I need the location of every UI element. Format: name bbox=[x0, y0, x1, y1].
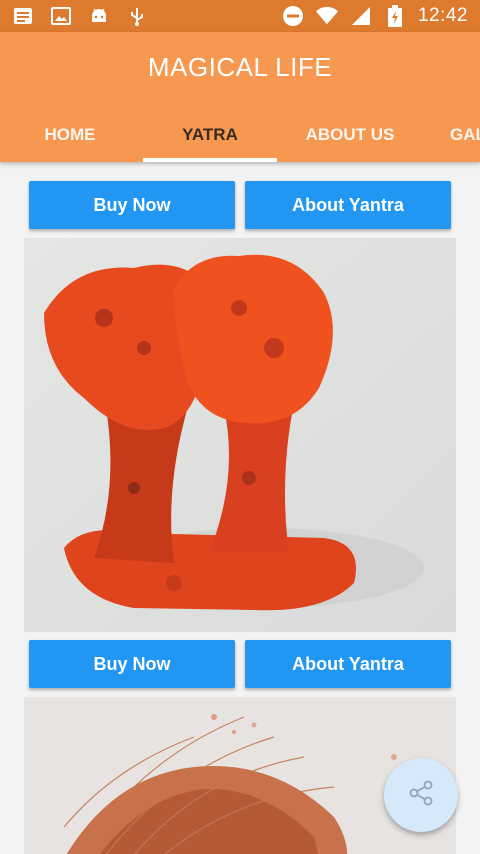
product-image[interactable] bbox=[24, 238, 456, 632]
buy-now-button[interactable]: Buy Now bbox=[29, 181, 235, 229]
tab-home[interactable]: HOME bbox=[0, 108, 140, 162]
tab-about-us[interactable]: ABOUT US bbox=[281, 108, 419, 162]
image-icon bbox=[50, 5, 72, 27]
tab-yatra[interactable]: YATRA bbox=[143, 108, 277, 162]
share-icon bbox=[406, 778, 436, 813]
signal-icon bbox=[350, 5, 372, 27]
usb-icon bbox=[126, 5, 148, 27]
battery-icon bbox=[384, 5, 406, 27]
do-not-disturb-icon bbox=[282, 5, 304, 27]
about-yantra-button[interactable]: About Yantra bbox=[245, 640, 451, 688]
status-time: 12:42 bbox=[417, 5, 468, 26]
android-icon bbox=[88, 5, 110, 27]
app-title: MAGICAL LIFE bbox=[147, 52, 333, 82]
buy-now-button[interactable]: Buy Now bbox=[29, 640, 235, 688]
notification-icon bbox=[12, 5, 34, 27]
about-yantra-button[interactable]: About Yantra bbox=[245, 181, 451, 229]
product-list[interactable]: Buy Now About Yantra Buy Now About Yantr… bbox=[0, 162, 480, 854]
tab-gallery[interactable]: GAL bbox=[450, 108, 480, 162]
tab-bar: HOME YATRA ABOUT US GAL bbox=[0, 108, 480, 162]
share-button[interactable] bbox=[384, 758, 458, 832]
app-bar: MAGICAL LIFE HOME YATRA ABOUT US GAL bbox=[0, 32, 480, 162]
wifi-icon bbox=[315, 5, 338, 27]
status-bar: 12:42 bbox=[0, 0, 480, 32]
